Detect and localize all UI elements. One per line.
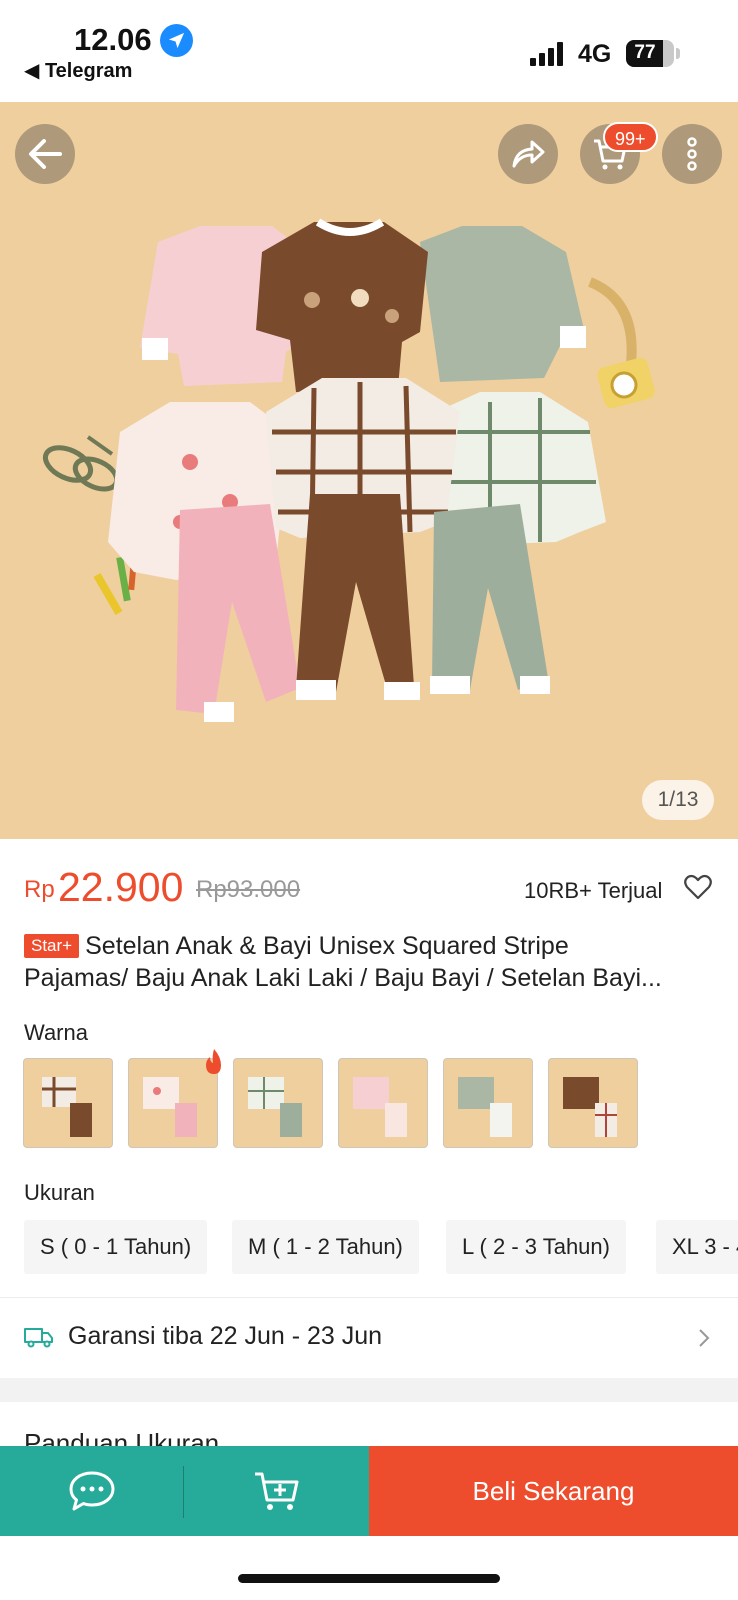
color-swatch[interactable] [233,1058,323,1148]
share-button[interactable] [498,124,558,184]
original-price: Rp93.000 [196,876,301,903]
color-swatch[interactable] [23,1058,113,1148]
chevron-right-icon [699,1329,710,1347]
more-vertical-icon [687,137,697,171]
share-icon [512,140,545,168]
signal-strength-icon [530,42,564,66]
product-image-carousel[interactable]: 99+ 1/13 [0,102,738,839]
chat-icon [69,1471,115,1511]
size-chip-s[interactable]: S ( 0 - 1 Tahun) [24,1220,208,1274]
buy-now-button[interactable]: Beli Sekarang [369,1446,738,1536]
cart-count-badge: 99+ [603,122,658,152]
status-bar: 12.06 ◀ Telegram 4G 77 [0,0,738,102]
chat-button[interactable] [0,1446,184,1536]
status-time: 12.06 [74,22,152,57]
location-arrow-icon [160,24,193,57]
color-swatch[interactable] [443,1058,533,1148]
color-swatch[interactable] [338,1058,428,1148]
sold-count: 10RB+ Terjual [524,878,663,903]
back-button[interactable] [15,124,75,184]
star-plus-tag: Star+ [24,934,80,958]
price-value: 22.900 [58,864,184,910]
home-indicator [238,1574,500,1583]
more-options-button[interactable] [662,124,722,184]
price-row: Rp 22.900 Rp93.000 10RB+ Terjual [24,862,724,912]
battery-icon: 77 [626,40,674,67]
shipping-text: Garansi tiba 22 Jun - 23 Jun [68,1322,383,1350]
size-chip-xl[interactable]: XL 3 - 4 Tahun) [656,1220,738,1274]
network-type: 4G [578,40,612,68]
size-options: S ( 0 - 1 Tahun) M ( 1 - 2 Tahun) L ( 2 … [24,1220,738,1274]
battery-tip [676,48,680,59]
size-label: Ukuran [24,1180,95,1205]
battery-level: 77 [634,42,656,63]
add-to-cart-button[interactable] [184,1446,369,1536]
flame-icon [206,1049,221,1074]
back-to-telegram-link[interactable]: ◀ Telegram [24,58,132,83]
size-chip-m[interactable]: M ( 1 - 2 Tahun) [232,1220,419,1274]
product-title: Star+ Setelan Anak & Bayi Unisex Squared … [24,930,714,994]
price-currency: Rp [24,876,55,903]
truck-icon [24,1328,53,1348]
section-gap [0,1378,738,1402]
color-label: Warna [24,1020,88,1045]
product-title-line1: Setelan Anak & Bayi Unisex Squared Strip… [85,932,569,960]
heart-icon[interactable] [684,874,712,900]
image-counter: 1/13 [642,780,714,820]
size-chip-l[interactable]: L ( 2 - 3 Tahun) [446,1220,626,1274]
shipping-guarantee-row[interactable]: Garansi tiba 22 Jun - 23 Jun [0,1298,738,1378]
product-photo [0,102,738,839]
product-title-line2: Pajamas/ Baju Anak Laki Laki / Baju Bayi… [24,964,662,992]
bottom-action-bar: Beli Sekarang [0,1446,738,1536]
arrow-left-icon [29,139,62,169]
color-swatch[interactable] [548,1058,638,1148]
color-swatches [23,1049,738,1150]
add-cart-icon [254,1472,298,1510]
